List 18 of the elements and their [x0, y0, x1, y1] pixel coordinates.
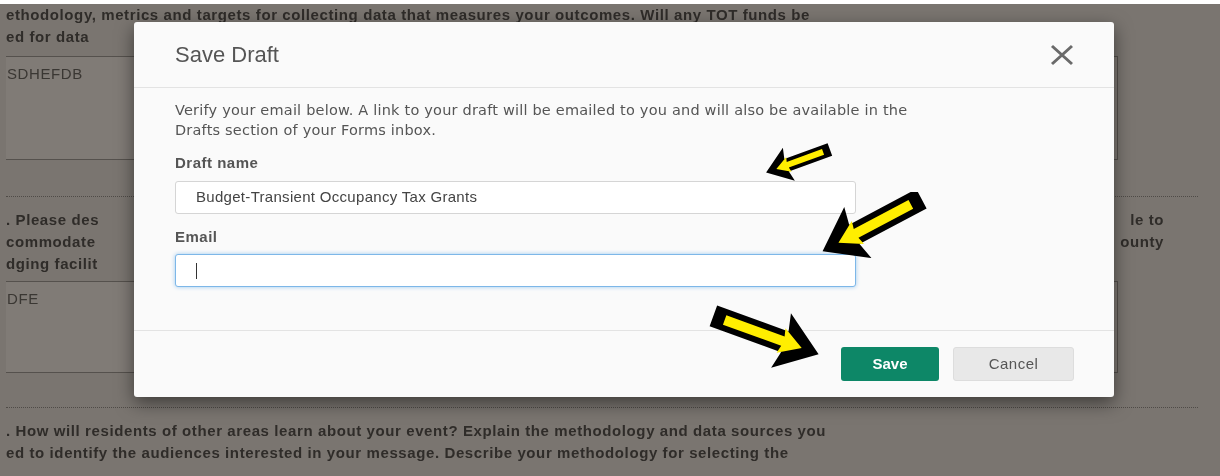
- cancel-button[interactable]: Cancel: [953, 347, 1074, 381]
- text-field[interactable]: [175, 254, 856, 287]
- question-text: commodate: [6, 231, 96, 252]
- question-text: dging facilit: [6, 253, 98, 274]
- save-button[interactable]: Save: [841, 347, 939, 381]
- question-text: ed for data: [6, 26, 90, 47]
- question-text: ed to identify the audiences interested in your message. Describe your methodology for selecting the: [6, 442, 789, 463]
- text-field[interactable]: Budget-Transient Occupancy Tax Grants: [175, 180, 856, 214]
- text-cursor: [196, 262, 197, 279]
- field-label: Draft name: [175, 153, 259, 173]
- question-text: . Please des: [6, 209, 100, 230]
- question-text: ounty: [1120, 231, 1165, 252]
- dialog-message: Verify your email below. A link to your draft will be emailed to you and will also be available in the Drafts section of your Forms inbox.: [175, 101, 909, 140]
- question-text: ethodology, metrics and targets for collecting data that measures your outcomes. Will any TOT funds be: [6, 4, 810, 25]
- question-text: le to: [1130, 209, 1165, 230]
- field-label: Email: [175, 226, 218, 247]
- question-text: . How will residents of other areas learn about your event? Explain the methodology and data sources you: [6, 420, 827, 441]
- dialog-title: Save Draft: [175, 41, 279, 69]
